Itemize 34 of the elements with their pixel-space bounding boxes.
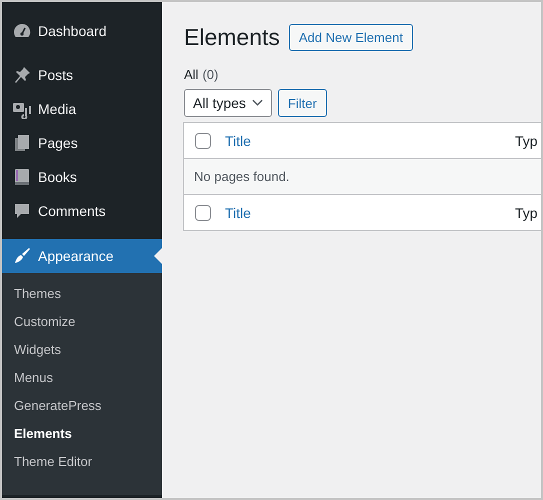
column-header[interactable]: Title <box>225 132 515 148</box>
select-all-checkbox[interactable] <box>195 204 211 220</box>
filter-button[interactable]: Filter <box>278 89 327 117</box>
column-header[interactable]: Title <box>225 204 515 220</box>
select-all-checkbox[interactable] <box>195 132 211 148</box>
pages-icon <box>12 133 32 153</box>
chevron-down-icon <box>252 99 263 107</box>
item-count: (0) <box>202 67 218 82</box>
submenu-item[interactable]: Elements <box>2 420 162 448</box>
submenu-item[interactable]: Menus <box>2 364 162 392</box>
speech-bubble-icon <box>12 201 32 221</box>
menu-item[interactable]: Media <box>2 92 162 126</box>
add-new-button[interactable]: Add New Element <box>288 24 413 51</box>
column-header: Typ <box>515 204 538 220</box>
menu-item[interactable]: Dashboard <box>2 14 162 48</box>
submenu-item[interactable]: Widgets <box>2 336 162 364</box>
book-icon <box>12 167 32 187</box>
column-header: Typ <box>515 132 538 148</box>
all-filter-link[interactable]: All <box>184 67 198 82</box>
paintbrush-icon <box>12 246 32 266</box>
menu-item[interactable]: Pages <box>2 126 162 160</box>
empty-message: No pages found. <box>194 169 290 184</box>
menu-item[interactable]: Appearance <box>2 239 162 273</box>
pin-icon <box>12 65 32 85</box>
submenu-item[interactable]: GeneratePress <box>2 392 162 420</box>
menu-item[interactable]: Comments <box>2 194 162 228</box>
menu-item[interactable]: Posts <box>2 58 162 92</box>
submenu-item[interactable]: Themes <box>2 280 162 308</box>
menu-item[interactable]: Books <box>2 160 162 194</box>
type-select[interactable]: All types <box>184 89 272 117</box>
submenu-item[interactable]: Customize <box>2 308 162 336</box>
page-title: Elements <box>184 24 280 51</box>
pointer-notch-icon <box>154 248 162 264</box>
submenu-item[interactable]: Theme Editor <box>2 448 162 476</box>
